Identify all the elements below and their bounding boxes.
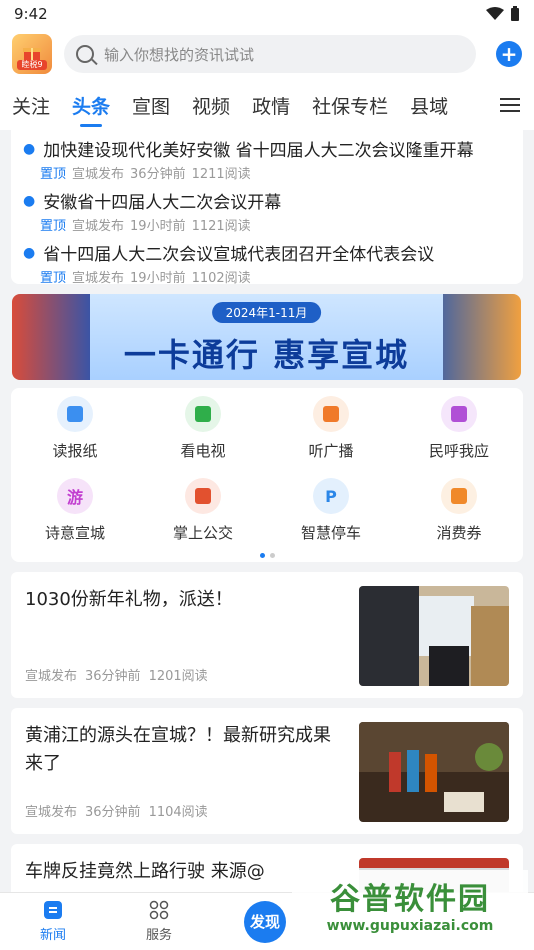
service-public-voice[interactable]: 民呼我应: [395, 396, 523, 478]
banner-date: 2024年1-11月: [211, 302, 322, 323]
newspaper-icon: [57, 396, 93, 432]
discover-button[interactable]: 发现: [244, 900, 286, 943]
service-label: 听广播: [308, 442, 354, 460]
service-label: 掌上公交: [172, 524, 233, 542]
article-title: 黄浦江的源头在宣城？！最新研究成果来了: [25, 725, 331, 774]
service-label: 读报纸: [52, 442, 98, 460]
bus-icon: [185, 478, 221, 514]
app-logo[interactable]: 睦税9: [12, 34, 52, 74]
list-item[interactable]: ● 加快建设现代化美好安徽 省十四届人大二次会议隆重开幕 置顶 宣城发布 36分钟前 1…: [23, 136, 511, 183]
article-thumbnail[interactable]: [359, 722, 509, 822]
pin-tag: 置顶: [40, 271, 67, 286]
service-grid: 读报纸 看电视 听广播 民呼我应 游 诗意宣城 掌上公交 P 智慧停车 消费券: [11, 388, 523, 562]
pin-source: 宣城发布: [72, 271, 125, 286]
add-button[interactable]: +: [496, 41, 522, 67]
pin-tag: 置顶: [40, 167, 67, 182]
promo-banner[interactable]: 2024年1-11月 一卡通行 惠享宣城: [12, 294, 521, 380]
banner-slogan: 一卡通行 惠享宣城: [123, 336, 410, 374]
news-icon: [44, 901, 62, 919]
list-item[interactable]: ● 安徽省十四届人大二次会议开幕 置顶 宣城发布 19小时前 1121阅读: [23, 188, 511, 235]
poetry-icon: 游: [57, 478, 93, 514]
service-label: 诗意宣城: [44, 524, 105, 542]
pin-source: 宣城发布: [72, 219, 125, 234]
article-thumbnail[interactable]: [359, 586, 509, 686]
article-source: 宣城发布: [25, 669, 78, 684]
service-bus[interactable]: 掌上公交: [139, 478, 267, 560]
list-item[interactable]: ● 省十四届人大二次会议宣城代表团召开全体代表会议 置顶 宣城发布 19小时前 1102…: [23, 240, 511, 287]
watermark-title: 谷普软件园: [330, 882, 490, 917]
service-label: 消费券: [436, 524, 482, 542]
clock: 9:42: [14, 5, 48, 23]
service-read-newspaper[interactable]: 读报纸: [11, 396, 139, 478]
tab-county[interactable]: 县域: [410, 92, 448, 119]
pin-reads: 1121阅读: [191, 219, 251, 234]
search-placeholder: 输入你想找的资讯试试: [104, 45, 255, 64]
article-reads: 1201阅读: [148, 669, 208, 684]
pin-reads: 1211阅读: [191, 167, 251, 182]
chat-icon: [441, 396, 477, 432]
service-label: 民呼我应: [428, 442, 489, 460]
coupon-icon: [441, 478, 477, 514]
logo-tag: 睦税9: [17, 60, 47, 70]
service-radio[interactable]: 听广播: [267, 396, 395, 478]
bullet-icon: ●: [23, 192, 36, 209]
pin-time: 19小时前: [130, 219, 186, 234]
tab-follow[interactable]: 关注: [12, 92, 50, 119]
pin-time: 36分钟前: [130, 167, 186, 182]
news-card[interactable]: 1030份新年礼物，派送！ 宣城发布 36分钟前 1201阅读: [11, 572, 523, 698]
battery-icon: [511, 6, 519, 21]
channel-tabs: 关注 头条 宣图 视频 政情 社保专栏 县域: [0, 80, 534, 130]
article-reads: 1104阅读: [148, 805, 208, 820]
tv-icon: [185, 396, 221, 432]
news-card[interactable]: 黄浦江的源头在宣城？！最新研究成果来了 宣城发布 36分钟前 1104阅读: [11, 708, 523, 834]
service-coupon[interactable]: 消费券: [395, 478, 523, 560]
service-label: 智慧停车: [300, 524, 361, 542]
top-bar: 睦税9 输入你想找的资讯试试 +: [0, 28, 534, 80]
service-parking[interactable]: P 智慧停车: [267, 478, 395, 560]
pin-time: 19小时前: [130, 271, 186, 286]
bullet-icon: ●: [23, 244, 36, 261]
tab-politics[interactable]: 政情: [252, 92, 290, 119]
tab-pictures[interactable]: 宣图: [132, 92, 170, 119]
search-icon: [76, 45, 94, 63]
nav-services-label: 服务: [145, 928, 172, 943]
article-source: 宣城发布: [25, 805, 78, 820]
article-time: 36分钟前: [85, 669, 141, 684]
pin-title: 加快建设现代化美好安徽 省十四届人大二次会议隆重开幕: [43, 141, 474, 161]
parking-icon: P: [313, 478, 349, 514]
nav-services[interactable]: 服务: [106, 900, 212, 943]
pinned-news: ● 加快建设现代化美好安徽 省十四届人大二次会议隆重开幕 置顶 宣城发布 36分钟前 1…: [11, 130, 523, 287]
service-poetic-xuancheng[interactable]: 游 诗意宣城: [11, 478, 139, 560]
tab-video[interactable]: 视频: [192, 92, 230, 119]
watermark: 谷普软件园 www.gupuxiazai.com: [292, 870, 528, 938]
bullet-icon: ●: [23, 140, 36, 157]
pin-tag: 置顶: [40, 219, 67, 234]
wifi-icon: [486, 7, 504, 20]
menu-icon[interactable]: [500, 98, 520, 116]
services-icon: [149, 900, 169, 920]
tab-social-security[interactable]: 社保专栏: [312, 92, 388, 119]
pin-title: 安徽省十四届人大二次会议开幕: [43, 193, 282, 213]
pin-reads: 1102阅读: [191, 271, 251, 286]
service-label: 看电视: [180, 442, 226, 460]
status-bar: 9:42: [0, 0, 534, 28]
service-watch-tv[interactable]: 看电视: [139, 396, 267, 478]
pin-source: 宣城发布: [72, 167, 125, 182]
nav-news[interactable]: 新闻: [0, 900, 106, 943]
nav-news-label: 新闻: [39, 928, 66, 943]
tab-headlines[interactable]: 头条: [72, 92, 110, 119]
watermark-url: www.gupuxiazai.com: [326, 918, 494, 934]
pin-title: 省十四届人大二次会议宣城代表团召开全体代表会议: [43, 245, 435, 265]
page-indicator: [11, 553, 523, 558]
article-title: 1030份新年礼物，派送！: [25, 589, 233, 610]
search-input[interactable]: 输入你想找的资讯试试: [64, 35, 476, 73]
article-time: 36分钟前: [85, 805, 141, 820]
radio-icon: [313, 396, 349, 432]
